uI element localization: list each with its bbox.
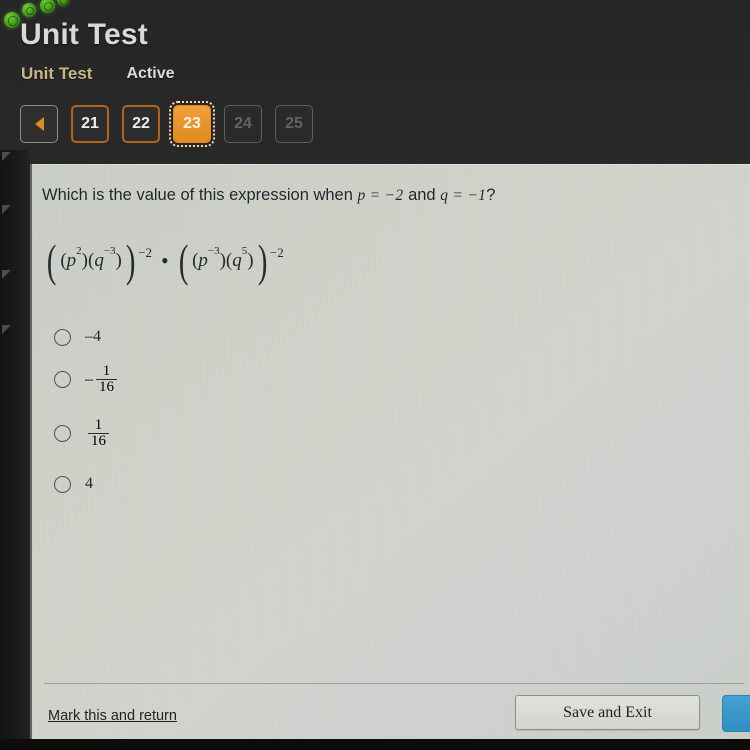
fraction-c-denominator: 16 [88, 432, 109, 449]
question-and-word: and [408, 186, 436, 204]
fraction-b-denominator: 16 [96, 379, 117, 395]
pagination-prev-button[interactable] [20, 105, 58, 143]
fraction-c-numerator: 1 [94, 416, 103, 433]
breadcrumb-unit-label[interactable]: Unit Test [21, 64, 92, 84]
right-paren-icon: ) [257, 235, 268, 286]
expression-right-exp-q: 5 [241, 244, 248, 257]
answer-option-a-label: –4 [85, 328, 101, 345]
expression-right-group: ( (p−3)(q5) ) −2 [176, 235, 284, 286]
expression-left-base-q: q [94, 250, 104, 271]
question-prompt: Which is the value of this expression wh… [42, 186, 495, 205]
triangle-marker-icon [2, 205, 11, 214]
radio-button-a[interactable] [54, 328, 71, 346]
question-mark: ? [486, 186, 496, 204]
pagination-item-21[interactable]: 21 [71, 105, 109, 143]
answer-option-c-label: 1 16 [85, 416, 109, 450]
triangle-marker-icon [2, 152, 11, 161]
expression-left-exp-q: −3 [103, 244, 116, 257]
left-triangle-icon [34, 117, 44, 131]
answer-option-d[interactable]: 4 [54, 471, 354, 497]
answer-options: –4 – 1 16 1 16 4 [54, 324, 354, 511]
fraction-c: 1 16 [88, 416, 109, 450]
screenshot-root: Unit Test Unit Test Active 21 22 23 24 2… [0, 0, 750, 750]
radio-button-d[interactable] [54, 475, 71, 493]
pagination-item-25: 25 [275, 105, 313, 143]
question-prompt-text: Which is the value of this expression wh… [42, 186, 353, 204]
next-button[interactable] [722, 695, 750, 732]
math-expression: ( (p2)(q−3) ) −2 • ( (p−3)(q5) ) −2 [44, 235, 284, 286]
left-paren-icon: ( [178, 235, 189, 286]
question-card: Which is the value of this expression wh… [30, 164, 750, 739]
expression-left-group: ( (p2)(q−3) ) −2 [44, 235, 153, 286]
bottom-bezel [0, 739, 750, 750]
triangle-marker-icon [2, 325, 11, 334]
expression-right-outer-exponent: −2 [269, 245, 284, 260]
mark-this-and-return-link[interactable]: Mark this and return [48, 708, 177, 724]
check-badge-icon [22, 3, 36, 17]
save-and-exit-button[interactable]: Save and Exit [515, 695, 700, 730]
right-paren-icon: ) [125, 235, 136, 286]
answer-option-a[interactable]: –4 [54, 324, 354, 350]
answer-option-d-label: 4 [85, 475, 93, 493]
question-footer: Mark this and return Save and Exit [32, 684, 750, 739]
expression-left-base-p: p [66, 250, 77, 271]
question-given-p: p = −2 [357, 187, 404, 204]
expression-left-outer-exponent: −2 [138, 245, 153, 260]
expression-right-base-q: q [232, 250, 242, 271]
radio-button-c[interactable] [54, 424, 71, 442]
breadcrumb-status-label: Active [126, 65, 175, 82]
pagination-item-23-current[interactable]: 23 [169, 101, 215, 147]
left-rail [0, 150, 30, 750]
check-badge-icon [4, 12, 20, 28]
left-paren-icon: ( [46, 235, 57, 286]
pagination-item-24: 24 [224, 105, 262, 143]
fraction-b: 1 16 [96, 363, 117, 396]
question-pagination: 21 22 23 24 25 [20, 101, 313, 147]
pagination-item-22[interactable]: 22 [122, 105, 160, 143]
expression-right-base-p: p [198, 250, 208, 271]
page-title: Unit Test [20, 18, 148, 51]
answer-option-b[interactable]: – 1 16 [54, 363, 354, 396]
multiply-dot-icon: • [161, 248, 169, 273]
answer-option-c[interactable]: 1 16 [54, 416, 354, 450]
radio-button-b[interactable] [54, 371, 71, 389]
breadcrumb: Unit Test Active [21, 64, 175, 84]
expression-right-inner: (p−3)(q5) [192, 244, 254, 271]
answer-option-b-label: – 1 16 [85, 363, 117, 396]
question-given-q: q = −1 [440, 187, 487, 204]
answer-option-b-sign: – [85, 370, 93, 388]
expression-right-exp-p: −3 [207, 244, 220, 257]
triangle-marker-icon [2, 270, 11, 279]
expression-left-exp-p: 2 [76, 244, 82, 257]
fraction-b-numerator: 1 [102, 363, 111, 379]
expression-left-inner: (p2)(q−3) [60, 244, 122, 271]
